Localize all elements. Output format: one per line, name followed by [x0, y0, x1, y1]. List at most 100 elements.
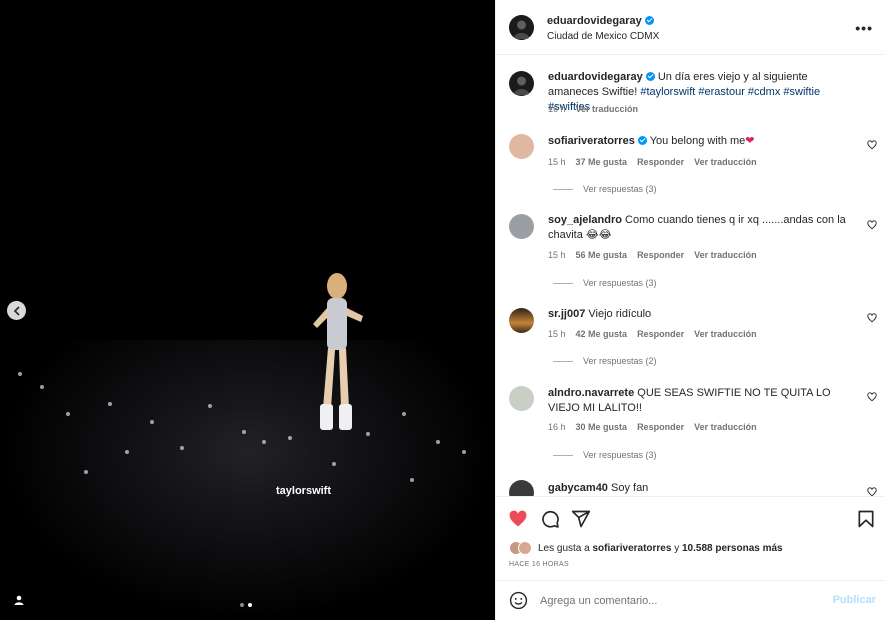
comment-icon[interactable]	[540, 509, 560, 529]
like-comment-icon[interactable]	[867, 487, 877, 496]
commenter-avatar[interactable]	[509, 134, 534, 159]
translate-link[interactable]: Ver traducción	[694, 329, 757, 339]
author-avatar[interactable]	[509, 15, 534, 40]
instagram-post-view: taylorswift eduardovidegaray Ciudad de M…	[0, 0, 885, 620]
liker-avatar	[518, 541, 532, 555]
view-replies-label: Ver respuestas (3)	[583, 184, 657, 194]
translate-link[interactable]: Ver traducción	[694, 422, 757, 432]
previous-slide-button[interactable]	[7, 301, 26, 320]
comment-likes[interactable]: 42 Me gusta	[576, 329, 628, 339]
comment-time[interactable]: 15 h	[548, 329, 566, 339]
commenter-avatar[interactable]	[509, 480, 534, 496]
post-media[interactable]: taylorswift	[0, 0, 495, 620]
view-replies-label: Ver respuestas (3)	[583, 278, 657, 288]
smiley-icon[interactable]	[509, 591, 528, 610]
carousel-dot-active	[248, 603, 252, 607]
likes-summary[interactable]: Les gusta a sofiariveratorres y 10.588 p…	[509, 541, 783, 555]
comment-text: You belong with me	[649, 135, 746, 147]
view-replies-button[interactable]: Ver respuestas (3)	[553, 450, 657, 460]
carousel-dot	[240, 603, 244, 607]
comment-meta: 15 h 37 Me gusta Responder Ver traducció…	[548, 157, 757, 167]
more-options-button[interactable]: •••	[855, 20, 873, 36]
publish-button[interactable]: Publicar	[833, 594, 876, 606]
comment-time[interactable]: 15 h	[548, 250, 566, 260]
author-avatar[interactable]	[509, 71, 534, 96]
caption: eduardovidegaray Un día eres viejo y al …	[496, 68, 885, 128]
add-comment-bar: Publicar	[496, 580, 885, 620]
like-comment-icon[interactable]	[867, 313, 877, 323]
likes-prefix: Les gusta a	[538, 542, 590, 554]
share-icon[interactable]	[571, 509, 591, 529]
comment-meta: 15 h 56 Me gusta Responder Ver traducció…	[548, 250, 757, 260]
more-icon: •••	[855, 20, 873, 36]
verified-icon	[644, 16, 654, 25]
comment-text: Soy fan	[611, 482, 649, 494]
bookmark-icon[interactable]	[856, 509, 876, 529]
comment-username[interactable]: gabycam40	[548, 482, 608, 494]
post-actions: Les gusta a sofiariveratorres y 10.588 p…	[496, 496, 885, 576]
post-side-panel: eduardovidegaray Ciudad de Mexico CDMX •…	[495, 0, 885, 620]
comment-item: soy_ajelandro Como cuando tienes q ir xq…	[496, 212, 885, 290]
comment-body: alndro.navarrete QUE SEAS SWIFTIE NO TE …	[548, 386, 860, 416]
comment-meta: 16 h 30 Me gusta Responder Ver traducció…	[548, 422, 757, 432]
likes-user[interactable]: sofiariveratorres	[593, 543, 672, 554]
reply-button[interactable]: Responder	[637, 157, 684, 167]
comment-likes[interactable]: 30 Me gusta	[576, 422, 628, 432]
chevron-left-icon	[13, 305, 20, 316]
comment-item: sr.jj007 Viejo ridículo 15 h 42 Me gusta…	[496, 306, 885, 370]
comment-body: sr.jj007 Viejo ridículo	[548, 307, 860, 322]
comment-likes[interactable]: 37 Me gusta	[576, 157, 628, 167]
comment-item: sofiariveratorres You belong with me❤ 15…	[496, 132, 885, 200]
reply-button[interactable]: Responder	[637, 422, 684, 432]
like-comment-icon[interactable]	[867, 220, 877, 230]
verified-icon	[645, 72, 655, 81]
comment-item: gabycam40 Soy fan	[496, 479, 885, 496]
location[interactable]: Ciudad de Mexico CDMX	[547, 31, 659, 42]
post-time-ago[interactable]: HACE 16 HORAS	[509, 561, 569, 568]
comment-body: soy_ajelandro Como cuando tienes q ir xq…	[548, 213, 860, 243]
comment-time[interactable]: 16 h	[548, 422, 566, 432]
verified-icon	[637, 136, 647, 145]
comment-input[interactable]	[540, 592, 810, 610]
view-replies-label: Ver respuestas (2)	[583, 356, 657, 366]
post-header: eduardovidegaray Ciudad de Mexico CDMX •…	[496, 0, 885, 55]
comment-time[interactable]: 15 h	[548, 157, 566, 167]
person-icon[interactable]	[13, 594, 25, 606]
comment-likes[interactable]: 56 Me gusta	[576, 250, 628, 260]
view-replies-button[interactable]: Ver respuestas (3)	[553, 184, 657, 194]
author-username-row[interactable]: eduardovidegaray	[547, 15, 654, 27]
crowd-lights	[0, 0, 495, 620]
view-replies-button[interactable]: Ver respuestas (2)	[553, 356, 657, 366]
caption-meta: 16 h Ver traducción	[548, 104, 638, 114]
comment-text: Viejo ridículo	[588, 308, 652, 320]
comment-meta: 15 h 42 Me gusta Responder Ver traducció…	[548, 329, 757, 339]
commenter-avatar[interactable]	[509, 386, 534, 411]
comment-username[interactable]: sofiariveratorres	[548, 135, 635, 147]
comment-item: alndro.navarrete QUE SEAS SWIFTIE NO TE …	[496, 385, 885, 463]
like-comment-icon[interactable]	[867, 140, 877, 150]
comment-username[interactable]: sr.jj007	[548, 308, 585, 320]
like-comment-icon[interactable]	[867, 392, 877, 402]
commenter-avatar[interactable]	[509, 308, 534, 333]
heart-filled-icon[interactable]	[508, 509, 528, 529]
caption-time[interactable]: 16 h	[548, 104, 566, 114]
laugh-emoji: 😂😂	[585, 229, 612, 241]
caption-username[interactable]: eduardovidegaray	[548, 71, 643, 83]
translate-link[interactable]: Ver traducción	[694, 250, 757, 260]
comments-list[interactable]: eduardovidegaray Un día eres viejo y al …	[496, 56, 885, 496]
view-replies-label: Ver respuestas (3)	[583, 450, 657, 460]
performer-figure	[313, 273, 363, 430]
view-replies-button[interactable]: Ver respuestas (3)	[553, 278, 657, 288]
translate-link[interactable]: Ver traducción	[694, 157, 757, 167]
likes-and: y	[674, 542, 680, 554]
reply-button[interactable]: Responder	[637, 329, 684, 339]
reply-button[interactable]: Responder	[637, 250, 684, 260]
commenter-avatar[interactable]	[509, 214, 534, 239]
translate-link[interactable]: Ver traducción	[576, 104, 639, 114]
likes-others[interactable]: 10.588 personas más	[682, 543, 783, 554]
comment-username[interactable]: alndro.navarrete	[548, 387, 634, 399]
comment-body: sofiariveratorres You belong with me❤	[548, 134, 860, 149]
author-username[interactable]: eduardovidegaray	[547, 15, 642, 27]
user-tag-label[interactable]: taylorswift	[276, 485, 331, 497]
comment-username[interactable]: soy_ajelandro	[548, 214, 622, 226]
